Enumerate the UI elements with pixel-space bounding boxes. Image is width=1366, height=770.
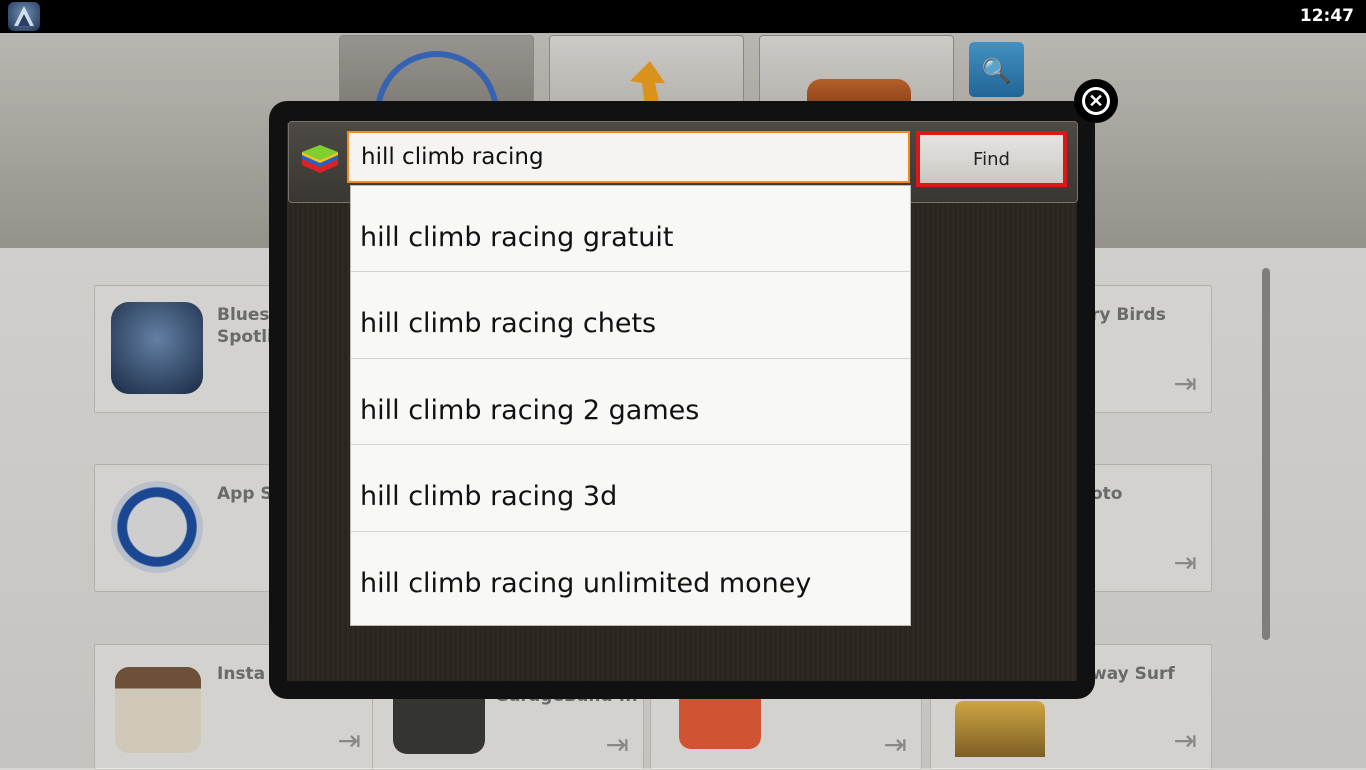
- suggestion-item[interactable]: hill climb racing 2 games: [351, 359, 910, 446]
- find-button[interactable]: Find: [916, 131, 1067, 187]
- search-input[interactable]: [347, 131, 910, 183]
- suggestion-item[interactable]: hill climb racing chets: [351, 272, 910, 359]
- bluestacks-layers-icon: [302, 145, 338, 173]
- suggestion-list: hill climb racing gratuit hill climb rac…: [350, 185, 911, 626]
- clock: 12:47: [1299, 6, 1354, 26]
- close-dialog-button[interactable]: ✕: [1074, 79, 1118, 123]
- bluestacks-logo-icon: [8, 2, 40, 31]
- suggestion-item[interactable]: hill climb racing 3d: [351, 445, 910, 532]
- close-icon: ✕: [1082, 87, 1110, 115]
- suggestion-item[interactable]: hill climb racing gratuit: [351, 186, 910, 273]
- suggestion-item[interactable]: hill climb racing unlimited money: [351, 532, 910, 618]
- status-bar: 12:47: [0, 0, 1366, 33]
